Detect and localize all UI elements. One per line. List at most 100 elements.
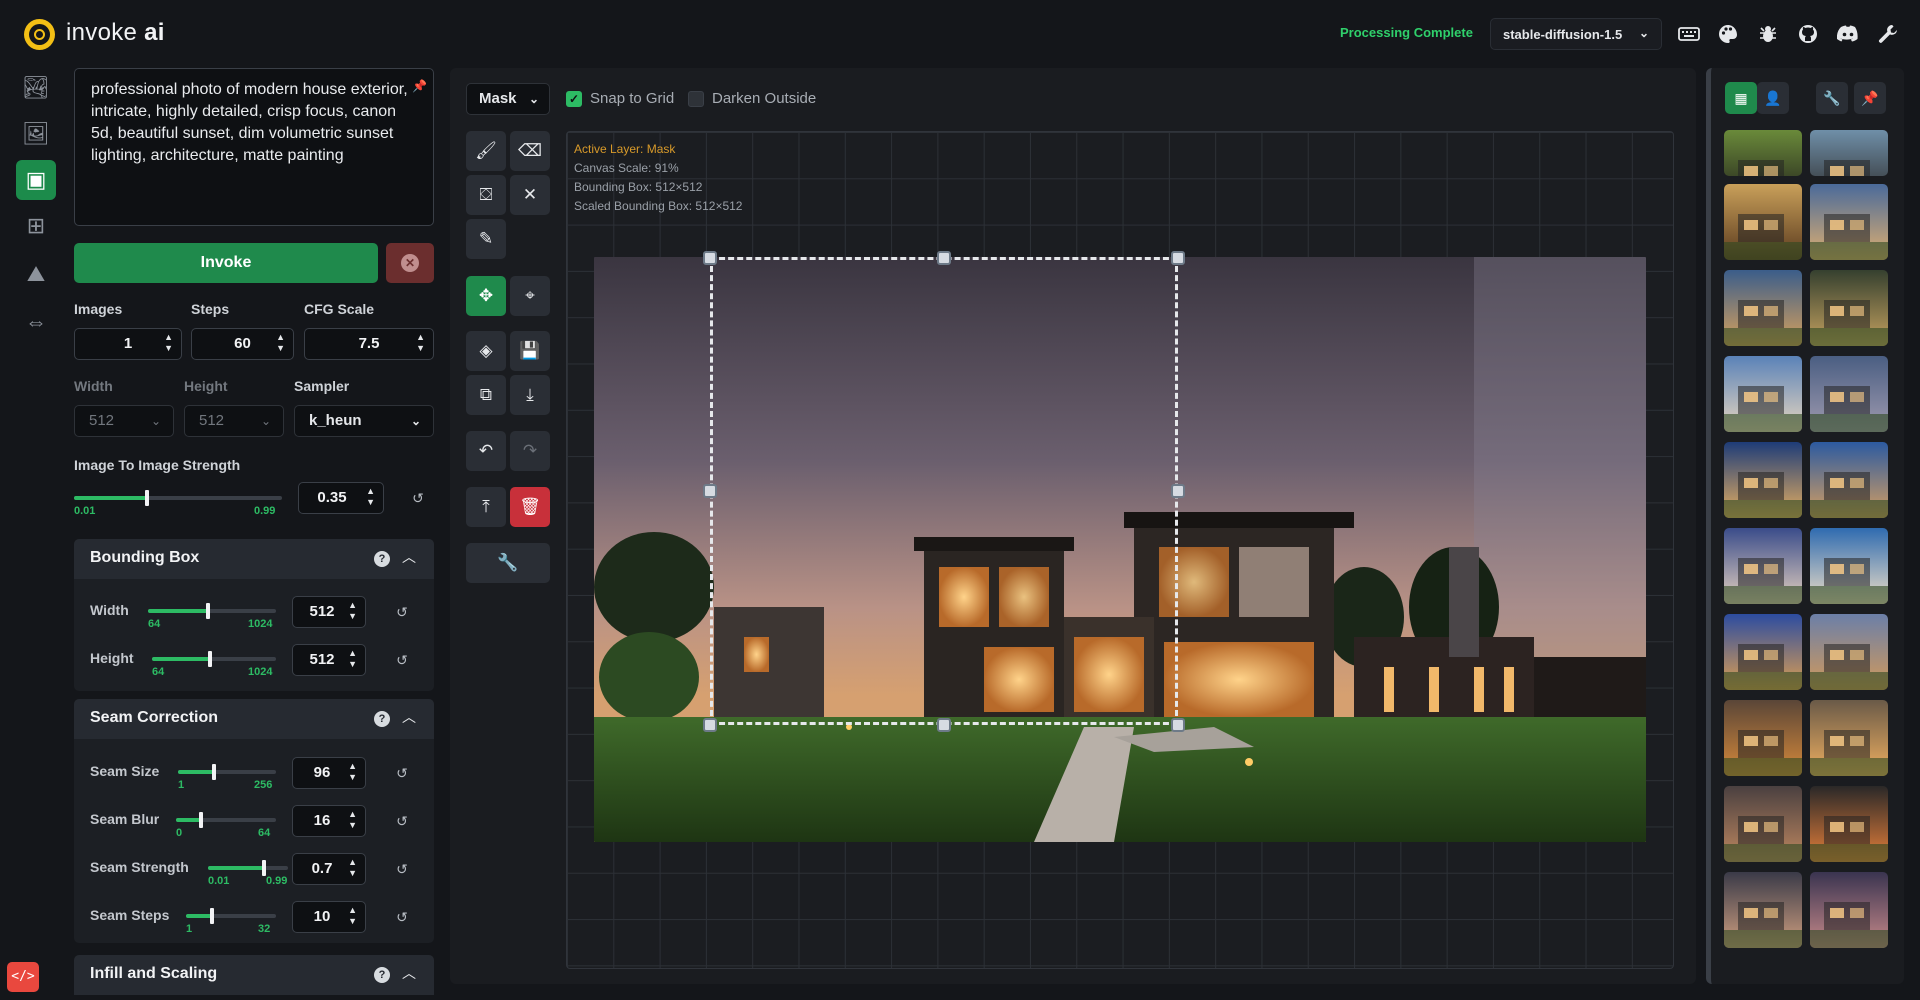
help-icon[interactable]: ? bbox=[374, 967, 390, 983]
tab-image-to-image[interactable]: 🖼 bbox=[16, 114, 56, 154]
settings-wrench-icon[interactable] bbox=[1874, 20, 1902, 48]
prompt-input[interactable]: professional photo of modern house exter… bbox=[74, 68, 434, 226]
seam-steps-input[interactable]: 10 ▲ ▼ bbox=[292, 901, 366, 933]
slider-thumb[interactable] bbox=[145, 490, 149, 506]
move-tool-button[interactable]: ✥ bbox=[466, 276, 506, 316]
slider-thumb[interactable] bbox=[206, 603, 210, 619]
github-icon[interactable] bbox=[1794, 20, 1822, 48]
gallery-thumbnail[interactable] bbox=[1724, 872, 1802, 948]
darken-outside-checkbox[interactable] bbox=[688, 91, 704, 107]
bbox-handle-tl[interactable] bbox=[703, 251, 717, 265]
tab-postprocessing[interactable]: ⛰ bbox=[16, 254, 56, 294]
gallery-thumbnail[interactable] bbox=[1724, 786, 1802, 862]
stepper-icon[interactable]: ▲ ▼ bbox=[366, 486, 375, 508]
stepper-icon[interactable]: ▲ ▼ bbox=[348, 761, 357, 783]
stepper-icon[interactable]: ▲ ▼ bbox=[276, 332, 285, 354]
reset-icon[interactable]: ↺ bbox=[390, 600, 414, 624]
slider-thumb[interactable] bbox=[199, 812, 203, 828]
cancel-button[interactable]: ✕ bbox=[386, 243, 434, 283]
bounding-box-overlay[interactable] bbox=[710, 257, 1178, 725]
keyboard-icon[interactable] bbox=[1675, 20, 1703, 48]
reset-icon[interactable]: ↺ bbox=[390, 905, 414, 929]
snap-to-grid-checkbox[interactable]: ✓ bbox=[566, 91, 582, 107]
bbox-width-input[interactable]: 512 ▲ ▼ bbox=[292, 596, 366, 628]
seam-correction-header[interactable]: Seam Correction ? ︿ bbox=[74, 699, 434, 739]
bbox-handle-tr[interactable] bbox=[1171, 251, 1185, 265]
chevron-up-icon[interactable]: ︿ bbox=[402, 707, 416, 727]
infill-scaling-header[interactable]: Infill and Scaling ? ︿ bbox=[74, 955, 434, 995]
gallery-thumbnail[interactable] bbox=[1810, 700, 1888, 776]
stepper-icon[interactable]: ▲ ▼ bbox=[164, 332, 173, 354]
chevron-up-icon[interactable]: ︿ bbox=[402, 963, 416, 983]
seam-strength-slider[interactable] bbox=[208, 860, 288, 876]
undo-button[interactable]: ↶ bbox=[466, 431, 506, 471]
model-select[interactable]: stable-diffusion-1.5 ⌄ bbox=[1490, 18, 1662, 50]
steps-input[interactable]: 60 ▲ ▼ bbox=[191, 328, 294, 360]
bbox-handle-t[interactable] bbox=[937, 251, 951, 265]
copy-to-clipboard-button[interactable]: ⧉ bbox=[466, 375, 506, 415]
tab-training[interactable]: ⇔ bbox=[16, 302, 56, 342]
seam-steps-slider[interactable] bbox=[186, 908, 276, 924]
gallery-settings-button[interactable]: 🔧 bbox=[1816, 82, 1848, 114]
bbox-width-slider[interactable] bbox=[148, 603, 276, 619]
bbox-handle-b[interactable] bbox=[937, 718, 951, 732]
slider-thumb[interactable] bbox=[208, 651, 212, 667]
gallery-thumbnail[interactable] bbox=[1810, 184, 1888, 260]
gallery-thumbnail[interactable] bbox=[1724, 270, 1802, 346]
slider-thumb[interactable] bbox=[212, 764, 216, 780]
color-picker-button[interactable]: ✎ bbox=[466, 219, 506, 259]
reset-view-button[interactable]: ⌖ bbox=[510, 276, 550, 316]
strength-input[interactable]: 0.35 ▲ ▼ bbox=[298, 482, 384, 514]
chevron-up-icon[interactable]: ︿ bbox=[402, 547, 416, 567]
gallery-thumbnail[interactable] bbox=[1724, 356, 1802, 432]
gallery-thumbnail[interactable] bbox=[1810, 786, 1888, 862]
clear-mask-button[interactable]: ✕ bbox=[510, 175, 550, 215]
gallery-images-tab[interactable]: ▦ bbox=[1725, 82, 1757, 114]
save-to-gallery-button[interactable]: 💾 bbox=[510, 331, 550, 371]
gallery-thumbnail[interactable] bbox=[1810, 270, 1888, 346]
discord-icon[interactable] bbox=[1834, 20, 1862, 48]
bug-icon[interactable] bbox=[1754, 20, 1782, 48]
slider-thumb[interactable] bbox=[262, 860, 266, 876]
cfg-scale-input[interactable]: 7.5 ▲ ▼ bbox=[304, 328, 434, 360]
help-icon[interactable]: ? bbox=[374, 551, 390, 567]
reset-icon[interactable]: ↺ bbox=[406, 486, 430, 510]
bounding-box-header[interactable]: Bounding Box ? ︿ bbox=[74, 539, 434, 579]
fill-tool-button[interactable]: ⛋ bbox=[466, 175, 506, 215]
strength-slider[interactable] bbox=[74, 490, 282, 506]
gallery-thumbnail[interactable] bbox=[1724, 700, 1802, 776]
upload-button[interactable]: ⤒ bbox=[466, 487, 506, 527]
stepper-icon[interactable]: ▲ ▼ bbox=[348, 905, 357, 927]
download-button[interactable]: ⤓ bbox=[510, 375, 550, 415]
seam-blur-slider[interactable] bbox=[176, 812, 276, 828]
stepper-icon[interactable]: ▲ ▼ bbox=[348, 648, 357, 670]
gallery-thumbnail[interactable] bbox=[1724, 130, 1802, 176]
palette-icon[interactable] bbox=[1714, 20, 1742, 48]
bbox-height-slider[interactable] bbox=[152, 651, 276, 667]
seam-blur-input[interactable]: 16 ▲ ▼ bbox=[292, 805, 366, 837]
merge-layers-button[interactable]: ◈ bbox=[466, 331, 506, 371]
stepper-icon[interactable]: ▲ ▼ bbox=[348, 600, 357, 622]
bbox-handle-l[interactable] bbox=[703, 484, 717, 498]
slider-thumb[interactable] bbox=[210, 908, 214, 924]
gallery-thumbnail[interactable] bbox=[1724, 528, 1802, 604]
gallery-user-tab[interactable]: 👤 bbox=[1757, 82, 1789, 114]
reset-icon[interactable]: ↺ bbox=[390, 648, 414, 672]
sampler-select[interactable]: k_heun ⌄ bbox=[294, 405, 434, 437]
tab-unified-canvas[interactable]: ▣ bbox=[16, 160, 56, 200]
code-icon[interactable]: </> bbox=[7, 962, 39, 992]
stepper-icon[interactable]: ▲ ▼ bbox=[416, 332, 425, 354]
eraser-tool-button[interactable]: ⌫ bbox=[510, 131, 550, 171]
help-icon[interactable]: ? bbox=[374, 711, 390, 727]
gallery-thumbnail[interactable] bbox=[1810, 872, 1888, 948]
bbox-handle-br[interactable] bbox=[1171, 718, 1185, 732]
images-input[interactable]: 1 ▲ ▼ bbox=[74, 328, 182, 360]
gallery-thumbnail[interactable] bbox=[1810, 356, 1888, 432]
seam-strength-input[interactable]: 0.7 ▲ ▼ bbox=[292, 853, 366, 885]
gallery-thumbnail[interactable] bbox=[1724, 442, 1802, 518]
stepper-icon[interactable]: ▲ ▼ bbox=[348, 809, 357, 831]
gallery-thumbnail[interactable] bbox=[1810, 442, 1888, 518]
redo-button[interactable]: ↷ bbox=[510, 431, 550, 471]
gallery-thumbnail[interactable] bbox=[1724, 614, 1802, 690]
invoke-button[interactable]: Invoke bbox=[74, 243, 378, 283]
